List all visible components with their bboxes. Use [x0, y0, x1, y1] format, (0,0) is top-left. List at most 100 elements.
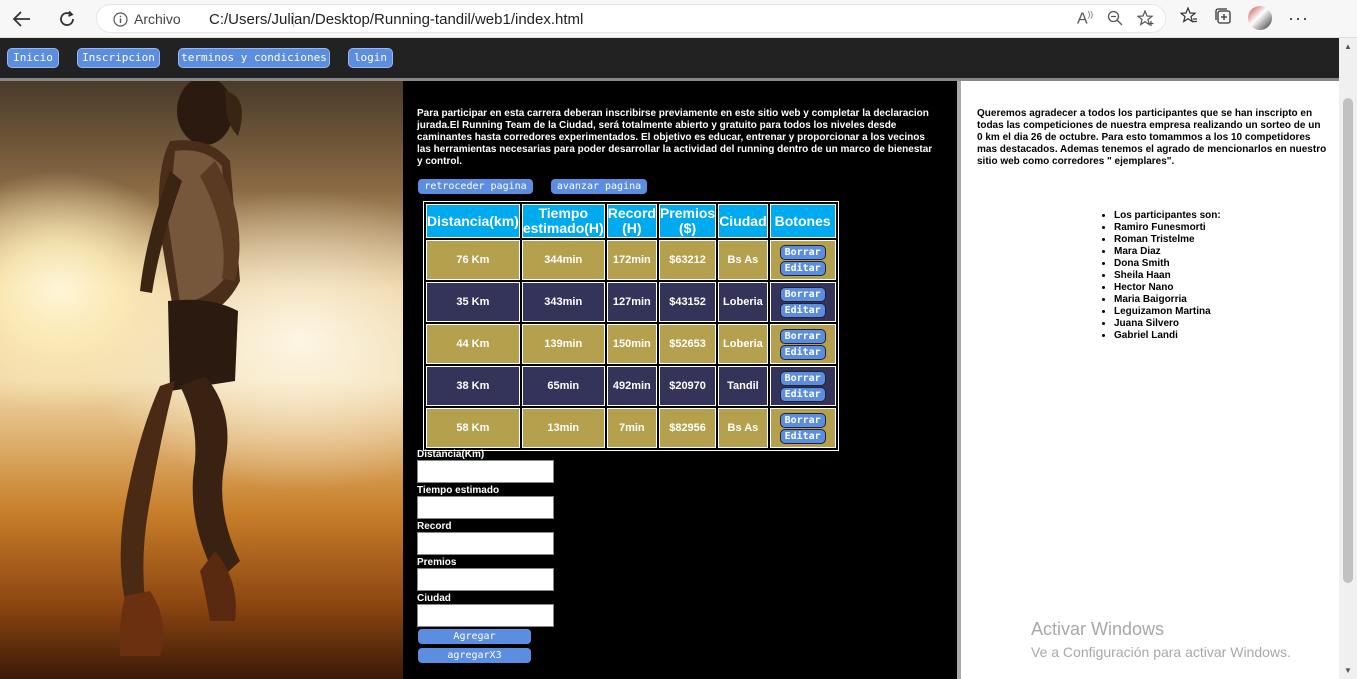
cell-botones: Borrar Editar — [769, 408, 836, 448]
list-item: Hector Nano — [1114, 282, 1221, 294]
runner-hero-image — [0, 81, 403, 679]
record-label: Record — [417, 521, 452, 532]
cell-botones: Borrar Editar — [769, 282, 836, 322]
cell-premio: $82956 — [658, 408, 717, 448]
thanks-text: Queremos agradecer a todos los participa… — [977, 108, 1327, 167]
cell-premio: $20970 — [658, 366, 717, 406]
table-row: 58 Km 13min 7min $82956 Bs As Borrar Edi… — [426, 408, 836, 448]
runner-silhouette — [119, 81, 242, 656]
scroll-up-icon[interactable]: ▲ — [1344, 42, 1352, 51]
edit-button[interactable]: Editar — [779, 386, 826, 402]
scroll-down-icon[interactable]: ▼ — [1344, 666, 1352, 675]
info-icon — [113, 11, 128, 27]
table-row: 35 Km 343min 127min $43152 Loberia Borra… — [426, 282, 836, 322]
nav-inscripcion[interactable]: Inscripcion — [77, 48, 160, 68]
page-scrollbar[interactable]: ▲ ▼ — [1339, 38, 1357, 679]
col-ciudad: Ciudad — [718, 204, 768, 238]
cell-record: 172min — [606, 240, 657, 280]
delete-button[interactable]: Borrar — [779, 370, 826, 386]
cell-ciudad: Tandil — [718, 366, 768, 406]
cell-distancia: 38 Km — [426, 366, 520, 406]
list-item: Los participantes son: — [1114, 210, 1221, 222]
cell-record: 492min — [606, 366, 657, 406]
cell-record: 150min — [606, 324, 657, 364]
scroll-thumb[interactable] — [1343, 98, 1353, 583]
cell-botones: Borrar Editar — [769, 324, 836, 364]
delete-button[interactable]: Borrar — [779, 244, 826, 260]
address-bar[interactable]: Archivo C:/Users/Julian/Desktop/Running-… — [96, 4, 1166, 33]
tiempo-input[interactable] — [417, 496, 554, 519]
list-item: Gabriel Landi — [1114, 330, 1221, 342]
table-row: 76 Km 344min 172min $63212 Bs As Borrar … — [426, 240, 836, 280]
cell-premio: $63212 — [658, 240, 717, 280]
record-input[interactable] — [417, 532, 554, 555]
ciudad-label: Ciudad — [417, 593, 451, 604]
cell-tiempo: 343min — [521, 282, 605, 322]
nav-login[interactable]: login — [348, 48, 393, 68]
edit-button[interactable]: Editar — [779, 302, 826, 318]
read-aloud-icon[interactable]: A)) — [1077, 10, 1093, 32]
cell-tiempo: 13min — [521, 408, 605, 448]
cell-premio: $52653 — [658, 324, 717, 364]
next-page-button[interactable]: avanzar pagina — [551, 179, 647, 194]
cell-ciudad: Loberia — [718, 324, 768, 364]
site-info[interactable]: Archivo — [113, 11, 181, 27]
cell-tiempo: 65min — [521, 366, 605, 406]
nav-inicio[interactable]: Inicio — [7, 48, 59, 68]
cell-ciudad: Loberia — [718, 282, 768, 322]
tiempo-label: Tiempo estimado — [417, 485, 500, 496]
cell-botones: Borrar Editar — [769, 366, 836, 406]
table-row: 44 Km 139min 150min $52653 Loberia Borra… — [426, 324, 836, 364]
distancia-input[interactable] — [417, 460, 554, 483]
add-button[interactable]: Agregar — [418, 629, 531, 644]
add-favorite-icon[interactable] — [1136, 9, 1155, 32]
participants-list: Los participantes son: Ramiro Funesmorti… — [1114, 210, 1221, 342]
col-distancia: Distancia(km) — [426, 204, 520, 238]
list-item: Maria Baigorria — [1114, 294, 1221, 306]
cell-distancia: 76 Km — [426, 240, 520, 280]
table-header-row: Distancia(km) Tiempo estimado(H) Record … — [426, 204, 836, 238]
zoom-icon[interactable] — [1107, 10, 1123, 32]
col-tiempo: Tiempo estimado(H) — [521, 204, 605, 238]
cell-distancia: 58 Km — [426, 408, 520, 448]
more-options-icon[interactable]: ··· — [1288, 8, 1309, 29]
cell-ciudad: Bs As — [718, 240, 768, 280]
list-item: Sheila Haan — [1114, 270, 1221, 282]
races-table: Distancia(km) Tiempo estimado(H) Record … — [423, 201, 839, 451]
list-item: Ramiro Funesmorti — [1114, 222, 1221, 234]
col-premios: Premios ($) — [658, 204, 717, 238]
edit-button[interactable]: Editar — [779, 428, 826, 444]
edit-button[interactable]: Editar — [779, 260, 826, 276]
list-item: Leguizamon Martina — [1114, 306, 1221, 318]
list-item: Roman Tristelme — [1114, 234, 1221, 246]
cell-tiempo: 344min — [521, 240, 605, 280]
add-x3-button[interactable]: agregarX3 — [418, 648, 531, 663]
activation-watermark-subtitle: Ve a Configuración para activar Windows. — [1031, 644, 1291, 660]
url-text[interactable]: C:/Users/Julian/Desktop/Running-tandil/w… — [209, 11, 583, 28]
col-record: Record (H) — [606, 204, 657, 238]
cell-record: 7min — [606, 408, 657, 448]
activation-watermark-title: Activar Windows — [1031, 619, 1165, 639]
cell-record: 127min — [606, 282, 657, 322]
collections-icon[interactable] — [1214, 7, 1232, 30]
distancia-label: Distancia(Km) — [417, 449, 485, 460]
back-icon[interactable] — [8, 6, 36, 32]
premios-input[interactable] — [417, 568, 554, 591]
prev-page-button[interactable]: retroceder pagina — [418, 179, 533, 194]
delete-button[interactable]: Borrar — [779, 412, 826, 428]
col-botones: Botones — [769, 204, 836, 238]
cell-distancia: 35 Km — [426, 282, 520, 322]
list-item: Mara Diaz — [1114, 246, 1221, 258]
cell-botones: Borrar Editar — [769, 240, 836, 280]
delete-button[interactable]: Borrar — [779, 286, 826, 302]
cell-premio: $43152 — [658, 282, 717, 322]
reload-icon[interactable] — [53, 6, 81, 32]
delete-button[interactable]: Borrar — [779, 328, 826, 344]
table-row: 38 Km 65min 492min $20970 Tandil Borrar … — [426, 366, 836, 406]
favorites-icon[interactable] — [1179, 6, 1198, 29]
edit-button[interactable]: Editar — [779, 344, 826, 360]
protocol-label: Archivo — [134, 11, 181, 27]
nav-terminos[interactable]: terminos y condiciones — [178, 48, 330, 68]
profile-avatar[interactable] — [1248, 6, 1272, 30]
ciudad-input[interactable] — [417, 604, 554, 627]
